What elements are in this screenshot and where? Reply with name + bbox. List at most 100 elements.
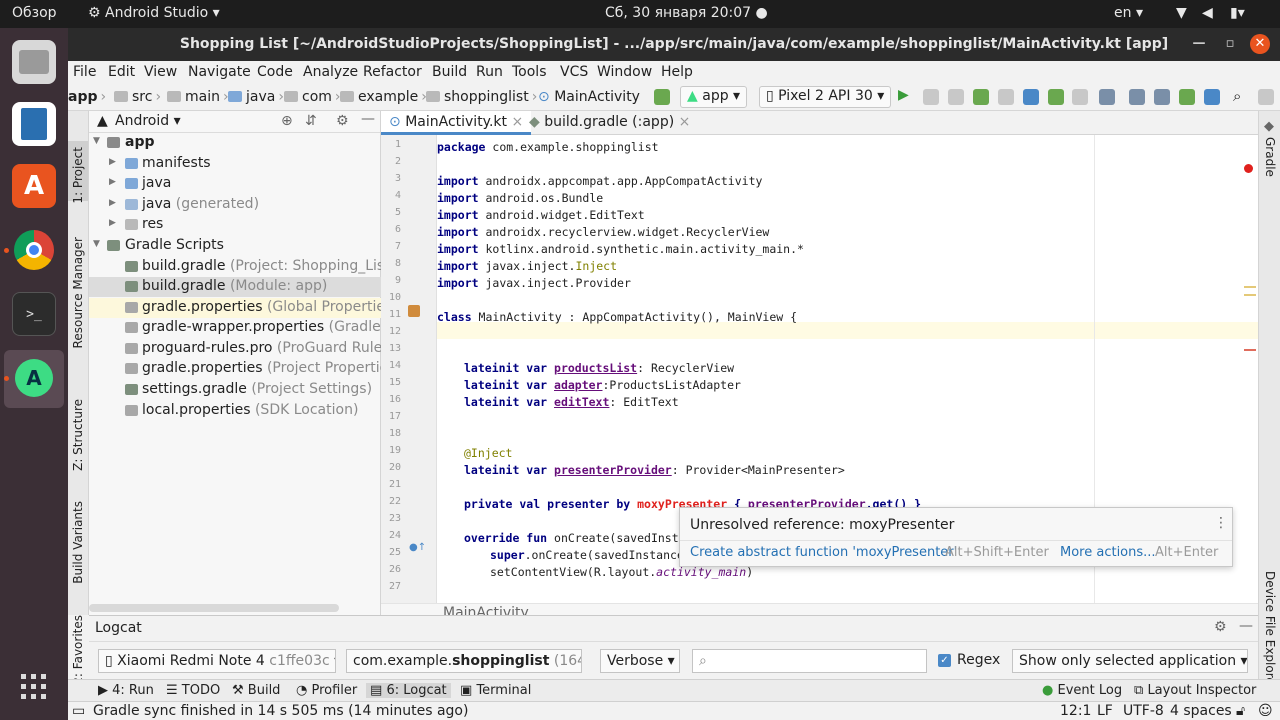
regex-checkbox[interactable]: ✓ xyxy=(938,654,951,667)
debug-icon[interactable] xyxy=(973,89,989,105)
status-message[interactable]: Gradle sync finished in 14 s 505 ms (14 … xyxy=(93,703,468,719)
log-level-select[interactable]: Verbose ▾ xyxy=(600,649,680,673)
menu-edit[interactable]: Edit xyxy=(108,64,135,80)
inspector-icon[interactable]: ☺ xyxy=(1258,703,1273,719)
tree-item-java-generated[interactable]: ▶ java (generated) xyxy=(89,195,381,215)
menu-help[interactable]: Help xyxy=(661,64,693,80)
tree-item-app[interactable]: ▼ app xyxy=(89,133,381,153)
maximize-button[interactable]: ▫ xyxy=(1220,34,1240,54)
attach-debugger-icon[interactable] xyxy=(1048,89,1064,105)
menu-analyze[interactable]: Analyze xyxy=(303,64,358,80)
gear-icon[interactable]: ⚙ xyxy=(336,113,349,129)
tool-event-log[interactable]: ● Event Log xyxy=(1042,683,1122,698)
apply-changes-icon[interactable] xyxy=(923,89,939,105)
sdk-manager-icon[interactable] xyxy=(1179,89,1195,105)
tab-build-gradle[interactable]: ◆ build.gradle (:app) × xyxy=(521,111,698,135)
indent-setting[interactable]: 4 spaces xyxy=(1170,703,1232,719)
process-select[interactable]: com.example.shoppinglist (1642 ▾ xyxy=(346,649,582,673)
terminal-icon[interactable]: >_ xyxy=(12,292,56,336)
tool-todo[interactable]: ☰ TODO xyxy=(166,683,220,698)
tree-item-build-gradle-module[interactable]: build.gradle (Module: app) xyxy=(89,277,381,297)
device-select[interactable]: ▯ Pixel 2 API 30 ▾ xyxy=(759,86,892,108)
error-stripe-marker[interactable] xyxy=(1244,349,1256,351)
tree-item-gradle-properties-global[interactable]: gradle.properties (Global Properties) xyxy=(89,298,381,318)
tree-item-build-gradle-project[interactable]: build.gradle (Project: Shopping_List) xyxy=(89,257,381,277)
tree-item-gradle-properties-project[interactable]: gradle.properties (Project Properties xyxy=(89,359,381,379)
run-config-select[interactable]: ▲ app ▾ xyxy=(680,86,748,108)
gear-icon[interactable]: ⚙ xyxy=(1214,619,1227,635)
apply-code-changes-icon[interactable] xyxy=(948,89,964,105)
logcat-search-input[interactable]: ⌕ xyxy=(692,649,927,673)
breadcrumb-main[interactable]: main › xyxy=(167,89,232,105)
collapse-icon[interactable]: ⇵ xyxy=(305,113,317,129)
hide-panel-icon[interactable]: — xyxy=(361,111,375,127)
line-separator[interactable]: LF xyxy=(1097,703,1113,719)
error-indicator-icon[interactable] xyxy=(1244,164,1253,173)
more-actions-link[interactable]: More actions... xyxy=(1060,545,1156,560)
tab-project[interactable]: 1: Project xyxy=(71,147,85,204)
menu-build[interactable]: Build xyxy=(432,64,467,80)
hammer-icon[interactable] xyxy=(654,89,670,105)
breadcrumb-app[interactable]: app › xyxy=(68,89,109,105)
lock-icon[interactable]: 🔓︎ xyxy=(1236,703,1245,719)
tool-logcat[interactable]: ▤ 6: Logcat xyxy=(366,683,451,698)
avd-manager-icon[interactable] xyxy=(1154,89,1170,105)
close-button[interactable]: ✕ xyxy=(1250,34,1270,54)
writer-app-icon[interactable] xyxy=(12,102,56,146)
battery-icon[interactable]: ▮▾ xyxy=(1230,5,1245,21)
tab-gradle[interactable]: Gradle xyxy=(1263,137,1277,177)
clock[interactable]: Сб, 30 января 20:07 ● xyxy=(605,5,768,21)
tree-item-gradle-scripts[interactable]: ▼ Gradle Scripts xyxy=(89,236,381,256)
menu-vcs[interactable]: VCS xyxy=(560,64,588,80)
volume-icon[interactable]: ◀ xyxy=(1202,5,1213,21)
breadcrumb-example[interactable]: example › xyxy=(340,89,430,105)
wifi-icon[interactable]: ▼ xyxy=(1176,5,1187,21)
implements-gutter-icon[interactable] xyxy=(408,305,420,317)
fullscreen-icon[interactable] xyxy=(1258,89,1274,105)
chrome-icon[interactable] xyxy=(12,228,56,272)
tree-item-res[interactable]: ▶ res xyxy=(89,215,381,235)
menu-navigate[interactable]: Navigate xyxy=(188,64,251,80)
menu-refactor[interactable]: Refactor xyxy=(363,64,422,80)
menu-tools[interactable]: Tools xyxy=(512,64,547,80)
view-mode-select[interactable]: Android ▾ xyxy=(115,113,181,129)
tree-item-proguard-rules[interactable]: proguard-rules.pro (ProGuard Rules f xyxy=(89,339,381,359)
tab-structure[interactable]: Z: Structure xyxy=(71,399,85,471)
breadcrumb-mainactivity[interactable]: ⊙ MainActivity xyxy=(538,89,640,105)
language-indicator[interactable]: en ▾ xyxy=(1114,5,1143,21)
menu-view[interactable]: View xyxy=(144,64,177,80)
menu-run[interactable]: Run xyxy=(476,64,503,80)
project-structure-icon[interactable] xyxy=(1099,89,1115,105)
sync-gradle-icon[interactable] xyxy=(1129,89,1145,105)
tree-item-java[interactable]: ▶ java xyxy=(89,174,381,194)
search-icon[interactable]: ⌕ xyxy=(1233,87,1249,105)
menu-file[interactable]: File xyxy=(73,64,96,80)
tool-terminal[interactable]: ▣ Terminal xyxy=(460,683,531,698)
hide-panel-icon[interactable]: — xyxy=(1239,618,1253,634)
window-titlebar[interactable]: Shopping List [~/AndroidStudioProjects/S… xyxy=(68,28,1280,61)
caret-position[interactable]: 12:1 xyxy=(1060,703,1091,719)
profile-icon[interactable] xyxy=(1023,89,1039,105)
layout-inspector-icon[interactable] xyxy=(1204,89,1220,105)
locate-icon[interactable]: ⊕ xyxy=(281,113,293,129)
minimize-button[interactable]: — xyxy=(1189,34,1209,54)
menu-code[interactable]: Code xyxy=(257,64,293,80)
activities-button[interactable]: Обзор xyxy=(12,5,57,21)
tool-profiler[interactable]: ◔ Profiler xyxy=(296,683,357,698)
tree-item-gradle-wrapper-properties[interactable]: gradle-wrapper.properties (Gradle Ve xyxy=(89,318,381,338)
tab-build-variants[interactable]: Build Variants xyxy=(71,501,85,584)
show-apps-icon[interactable] xyxy=(19,672,49,702)
menu-window[interactable]: Window xyxy=(597,64,652,80)
tab-mainactivity-kt[interactable]: ⊙ MainActivity.kt × xyxy=(381,111,532,135)
tree-item-manifests[interactable]: ▶ manifests xyxy=(89,154,381,174)
horizontal-scrollbar[interactable] xyxy=(89,604,339,612)
app-menu[interactable]: ⚙ Android Studio ▾ xyxy=(88,5,220,21)
breadcrumb-java[interactable]: java › xyxy=(228,89,287,105)
files-app-icon[interactable] xyxy=(12,40,56,84)
filter-select[interactable]: Show only selected application ▾ xyxy=(1012,649,1248,673)
breadcrumb-shoppinglist[interactable]: shoppinglist › xyxy=(426,89,540,105)
tab-favorites[interactable]: 2: Favorites xyxy=(71,615,85,685)
status-toggle-icon[interactable]: ▭ xyxy=(72,703,85,719)
breadcrumb-com[interactable]: com › xyxy=(284,89,344,105)
tree-item-settings-gradle[interactable]: settings.gradle (Project Settings) xyxy=(89,380,381,400)
